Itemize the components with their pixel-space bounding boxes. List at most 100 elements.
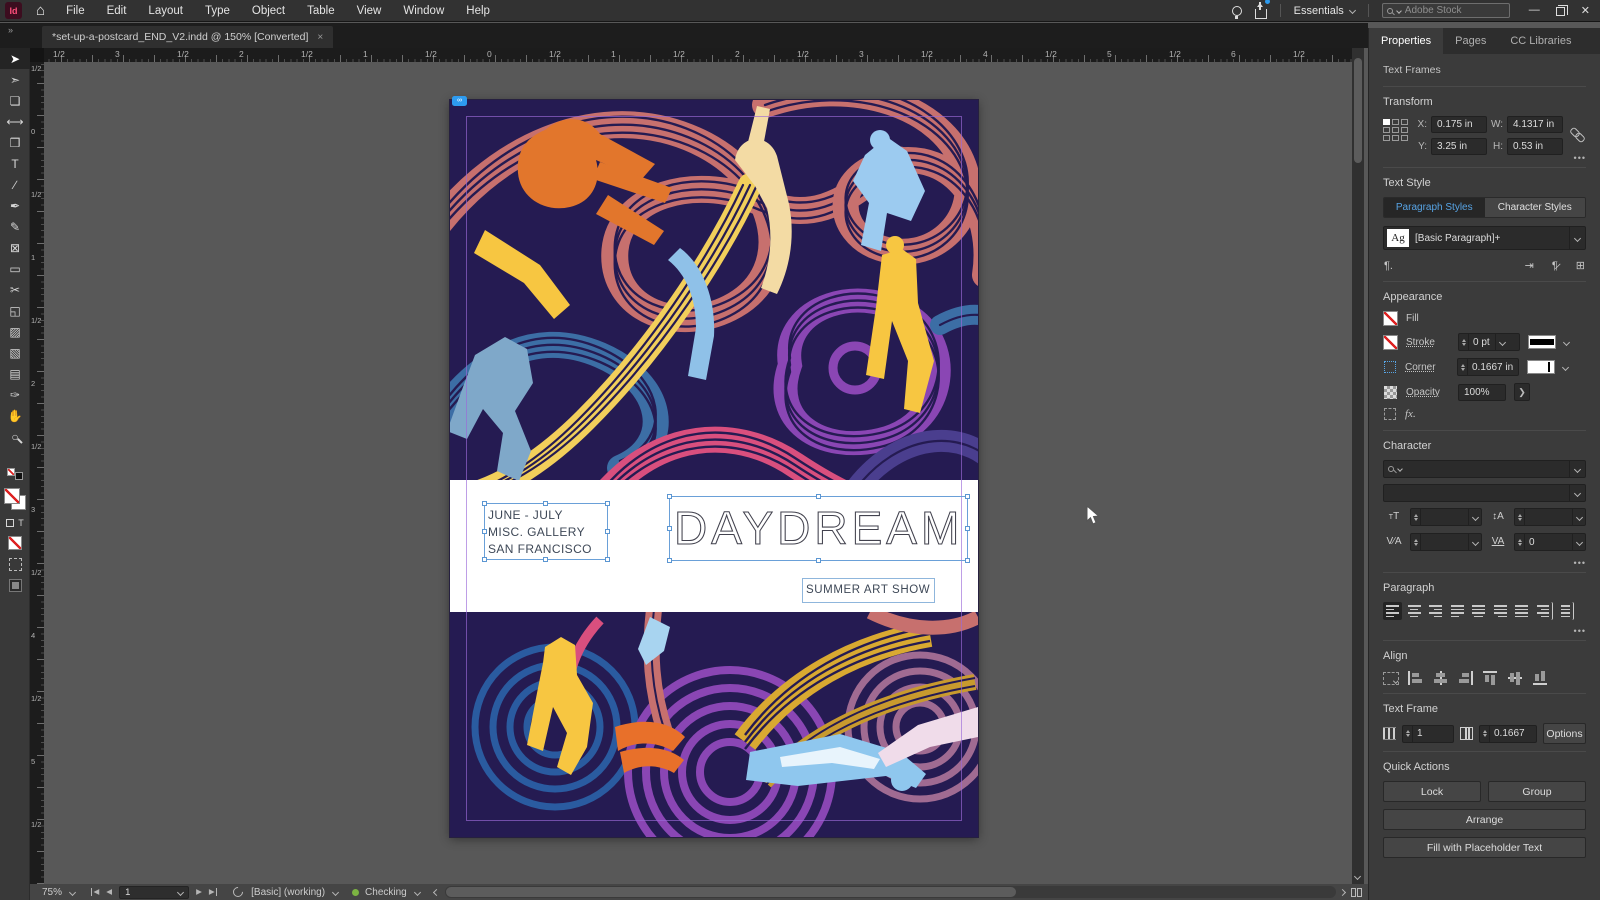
reference-point-grid[interactable] xyxy=(1383,119,1408,155)
venue-text-frame[interactable]: JUNE - JULY MISC. GALLERY SAN FRANCISCO xyxy=(482,501,610,562)
x-field[interactable]: 0.175 in xyxy=(1431,116,1487,133)
gradient-feather-tool-icon[interactable]: ▧ xyxy=(0,342,30,363)
workspace-switcher[interactable]: Essentials xyxy=(1294,5,1356,17)
fill-placeholder-text-button[interactable]: Fill with Placeholder Text xyxy=(1383,837,1586,858)
spin-arrows-icon[interactable] xyxy=(1458,359,1468,375)
document-tab[interactable]: *set-up-a-postcard_END_V2.indd @ 150% [C… xyxy=(42,26,334,48)
tab-properties[interactable]: Properties xyxy=(1369,28,1444,54)
stroke-weight-value[interactable]: 0 pt xyxy=(1469,337,1495,348)
previous-page-button[interactable]: ◀ xyxy=(106,888,112,896)
eyedropper-tool-icon[interactable]: ✑ xyxy=(0,384,30,405)
constrain-proportions-icon[interactable] xyxy=(1570,124,1586,146)
vertical-scrollbar[interactable] xyxy=(1352,48,1364,884)
paragraph-mark-icon[interactable]: ¶. xyxy=(1384,260,1393,272)
corner-shape-swatch[interactable] xyxy=(1527,360,1555,374)
align-to-selector[interactable] xyxy=(1383,671,1399,685)
search-input[interactable] xyxy=(1404,5,1495,16)
stroke-style-swatch[interactable] xyxy=(1528,335,1556,349)
page-number-value[interactable]: 1 xyxy=(125,887,174,898)
postcard-document[interactable]: JUNE - JULY MISC. GALLERY SAN FRANCISCO … xyxy=(449,96,979,838)
fx-label[interactable]: fx. xyxy=(1405,408,1416,420)
formatting-container-icon[interactable] xyxy=(6,519,15,527)
direct-selection-tool-icon[interactable]: ➣ xyxy=(0,69,30,90)
columns-value[interactable]: 1 xyxy=(1413,728,1439,739)
pen-tool-icon[interactable]: ✒ xyxy=(0,195,30,216)
subtitle-text-frame[interactable]: SUMMER ART SHOW xyxy=(802,578,935,603)
fill-color-swatch[interactable] xyxy=(1383,311,1398,326)
note-tool-icon[interactable]: ▤ xyxy=(0,363,30,384)
spin-arrows-icon[interactable] xyxy=(1459,334,1469,350)
y-field[interactable]: 3.25 in xyxy=(1431,138,1487,155)
zoom-level-control[interactable]: 75% xyxy=(42,887,77,898)
stroke-weight-stepper[interactable]: 0 pt xyxy=(1458,333,1520,351)
horizontal-scrollbar-thumb[interactable] xyxy=(445,887,1017,897)
paragraph-styles-tab[interactable]: Paragraph Styles xyxy=(1384,198,1485,217)
menu-item[interactable]: Help xyxy=(455,5,501,17)
content-collector-tool-icon[interactable]: ❒ xyxy=(0,132,30,153)
pencil-tool-icon[interactable]: ✎ xyxy=(0,216,30,237)
close-window-button[interactable]: ✕ xyxy=(1581,4,1590,17)
canvas-pasteboard[interactable]: JUNE - JULY MISC. GALLERY SAN FRANCISCO … xyxy=(44,62,1352,884)
zoom-tool-icon[interactable]: ○ xyxy=(0,426,30,447)
tab-cc-libraries[interactable]: CC Libraries xyxy=(1498,28,1583,54)
close-tab-icon[interactable]: × xyxy=(317,32,323,43)
line-tool-icon[interactable]: ∕ xyxy=(0,174,30,195)
preflight-status-control[interactable]: Checking xyxy=(365,887,421,898)
spread-view-icon[interactable] xyxy=(1351,887,1362,897)
fill-swatch[interactable] xyxy=(4,488,20,504)
menu-item[interactable]: View xyxy=(346,5,393,17)
align-horizontal-centers-button[interactable] xyxy=(1432,670,1449,686)
paragraph-style-dropdown[interactable]: Ag [Basic Paragraph]+ xyxy=(1383,226,1586,250)
opacity-expand-button[interactable]: ❯ xyxy=(1514,383,1530,401)
kerning-stepper[interactable] xyxy=(1410,533,1482,551)
fill-label[interactable]: Fill xyxy=(1406,313,1450,324)
stroke-label[interactable]: Stroke xyxy=(1406,337,1450,348)
paragraph-more-options[interactable]: ••• xyxy=(1574,626,1586,636)
apply-none-swatch[interactable] xyxy=(8,536,22,550)
leading-stepper[interactable] xyxy=(1514,508,1586,526)
style-override-icon[interactable]: ¶̷ xyxy=(1552,260,1558,272)
chevron-down-icon[interactable] xyxy=(1561,363,1570,371)
last-page-button[interactable]: ▶ xyxy=(209,888,218,896)
scroll-left-icon[interactable] xyxy=(432,888,440,896)
panel-overflow-icon[interactable]: » xyxy=(8,25,13,35)
text-frame-options-button[interactable]: Options xyxy=(1543,723,1586,744)
free-transform-tool-icon[interactable]: ◱ xyxy=(0,300,30,321)
restore-button[interactable] xyxy=(1555,4,1569,16)
page-number-field[interactable]: 1 xyxy=(119,885,190,899)
align-left-edges-button[interactable] xyxy=(1407,670,1424,686)
tab-pages[interactable]: Pages xyxy=(1443,28,1498,54)
opacity-field[interactable]: 100% xyxy=(1458,383,1506,401)
minimize-button[interactable]: — xyxy=(1529,5,1540,16)
menu-item[interactable]: Object xyxy=(241,5,296,17)
formatting-text-icon[interactable]: T xyxy=(18,518,24,528)
create-style-icon[interactable]: ⊞ xyxy=(1576,259,1585,272)
spin-arrows-icon[interactable] xyxy=(1411,534,1421,550)
frame-tool-icon[interactable]: ⊠ xyxy=(0,237,30,258)
corner-radius-stepper[interactable]: 0.1667 in xyxy=(1457,358,1519,376)
tracking-stepper[interactable]: 0 xyxy=(1514,533,1586,551)
character-styles-tab[interactable]: Character Styles xyxy=(1484,198,1585,217)
menu-item[interactable]: Layout xyxy=(137,5,194,17)
type-tool-icon[interactable]: T xyxy=(0,153,30,174)
postcard-artwork-bottom[interactable] xyxy=(450,612,978,837)
chevron-down-icon[interactable] xyxy=(1562,338,1571,346)
justify-all-button[interactable] xyxy=(1512,602,1531,620)
first-page-button[interactable]: ◀ xyxy=(91,888,99,896)
opacity-label[interactable]: Opacity xyxy=(1406,387,1450,398)
headline-text-frame[interactable]: DAYDREAM xyxy=(667,494,970,563)
preflight-icon[interactable] xyxy=(231,884,246,900)
align-away-from-spine-button[interactable] xyxy=(1555,602,1574,620)
corner-radius-value[interactable]: 0.1667 in xyxy=(1468,362,1517,373)
gap-tool-icon[interactable]: ⟷ xyxy=(0,111,30,132)
spin-arrows-icon[interactable] xyxy=(1411,509,1421,525)
font-size-stepper[interactable] xyxy=(1410,508,1482,526)
align-bottom-edges-button[interactable] xyxy=(1532,670,1549,686)
gutter-stepper[interactable]: 0.1667 xyxy=(1479,724,1537,743)
next-page-button[interactable]: ▶ xyxy=(196,888,202,896)
horizontal-scrollbar[interactable] xyxy=(444,886,1336,898)
corner-label[interactable]: Corner xyxy=(1405,362,1449,373)
transform-more-options[interactable]: ••• xyxy=(1574,153,1586,163)
menu-item[interactable]: Type xyxy=(194,5,241,17)
hand-tool-icon[interactable]: ✋ xyxy=(0,405,30,426)
